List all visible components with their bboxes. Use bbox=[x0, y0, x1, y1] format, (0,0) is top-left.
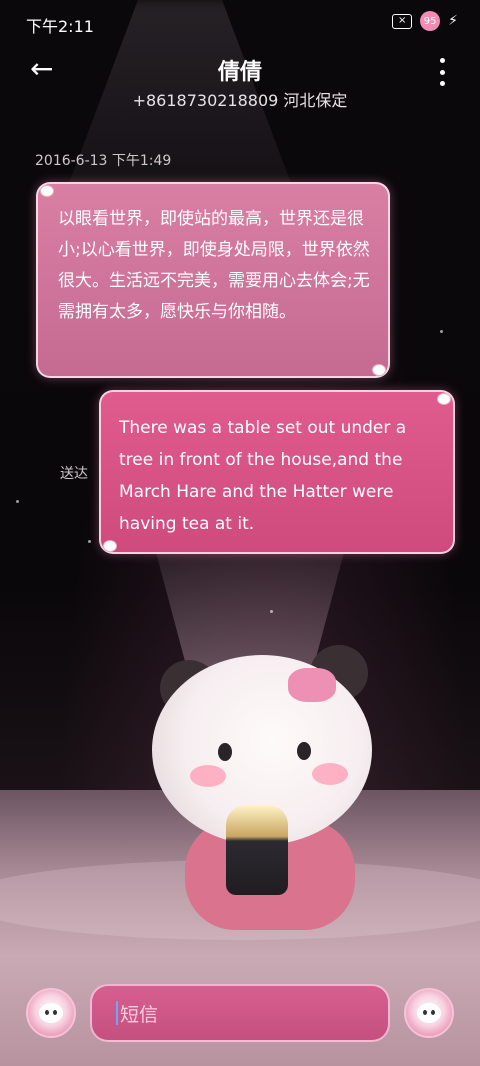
delivery-status: 送达 bbox=[60, 466, 88, 482]
bear-eye-right bbox=[297, 742, 311, 760]
incoming-message-bubble[interactable]: 以眼看世界，即使站的最高，世界还是很小;以心看世界，即使身处局限，世界依然很大。… bbox=[36, 182, 390, 378]
contact-detail: +8618730218809 河北保定 bbox=[132, 91, 348, 110]
bear-bow bbox=[288, 668, 336, 702]
heart-deco-icon bbox=[103, 540, 117, 552]
more-vertical-icon bbox=[439, 81, 445, 86]
message-input-placeholder: 短信 bbox=[120, 1004, 159, 1026]
message-timestamp: 2016-6-13 下午1:49 bbox=[35, 153, 172, 169]
sparkle bbox=[16, 500, 19, 503]
status-icons: × 95 ⚡ bbox=[392, 11, 458, 31]
flashlight bbox=[226, 805, 288, 895]
avatar-face bbox=[417, 1003, 441, 1023]
bear-cheek-left bbox=[190, 765, 226, 787]
screen-record-off-icon: × bbox=[392, 13, 413, 29]
status-bar: 下午2:11 × 95 ⚡ bbox=[0, 0, 480, 44]
sparkle bbox=[88, 540, 91, 543]
composer-bar: 短信 bbox=[0, 970, 480, 1066]
incoming-message-text: 以眼看世界，即使站的最高，世界还是很小;以心看世界，即使身处局限，世界依然很大。… bbox=[58, 209, 370, 322]
more-vertical-icon bbox=[439, 69, 445, 75]
bubble-deco-icon bbox=[40, 185, 54, 197]
sim-avatar-icon[interactable] bbox=[26, 988, 76, 1038]
send-avatar-icon[interactable] bbox=[404, 988, 454, 1038]
bubble-deco-icon bbox=[437, 393, 451, 405]
sparkle bbox=[270, 610, 273, 613]
status-time: 下午2:11 bbox=[26, 17, 94, 36]
message-input[interactable]: 短信 bbox=[90, 984, 390, 1042]
bear-cheek-right bbox=[312, 763, 348, 785]
avatar-face bbox=[39, 1003, 63, 1023]
bear-eye-left bbox=[218, 743, 232, 761]
contact-name: 倩倩 bbox=[217, 60, 262, 85]
battery-badge-icon: 95 bbox=[420, 11, 441, 31]
charging-bolt-icon: ⚡ bbox=[448, 13, 458, 29]
outgoing-message-bubble[interactable]: There was a table set out under a tree i… bbox=[99, 390, 455, 554]
more-options-button[interactable] bbox=[438, 58, 446, 86]
heart-deco-icon bbox=[372, 364, 386, 376]
conversation-header: ← 倩倩 +8618730218809 河北保定 bbox=[0, 44, 480, 124]
text-caret bbox=[116, 1001, 118, 1025]
battery-level: 95 bbox=[423, 15, 437, 27]
outgoing-message-text: There was a table set out under a tree i… bbox=[119, 418, 407, 534]
sparkle bbox=[440, 330, 443, 333]
more-vertical-icon bbox=[439, 58, 445, 63]
